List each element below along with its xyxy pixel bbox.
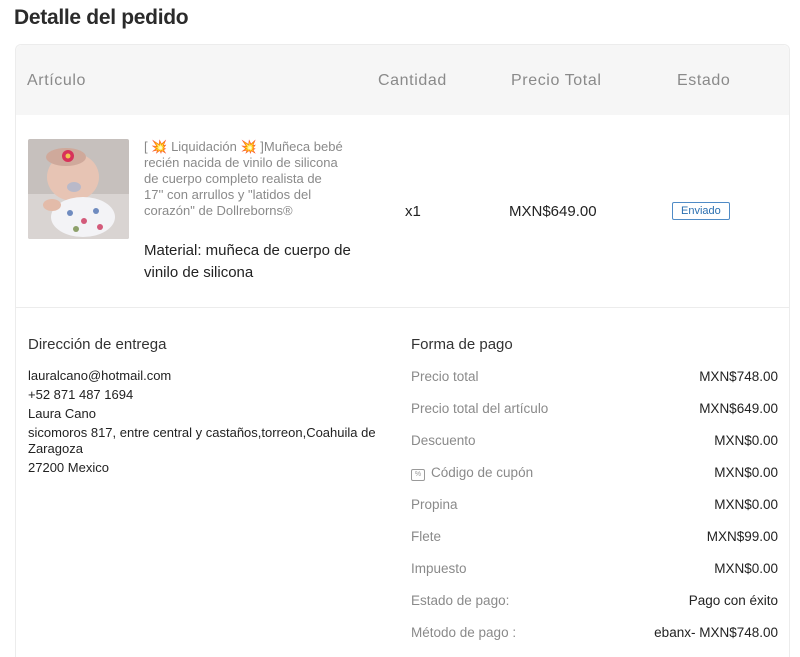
- payment-row: % Código de cupón MXN$0.00: [411, 465, 778, 483]
- payment-row-label: Propina: [411, 497, 458, 512]
- delivery-postal: 27200 Mexico: [28, 460, 109, 475]
- item-quantity: x1: [405, 203, 421, 220]
- payment-row: Descuento MXN$0.00: [411, 433, 778, 451]
- product-variant: Material: muñeca de cuerpo de vinilo de …: [144, 242, 351, 281]
- payment-row-label: Flete: [411, 529, 442, 544]
- spark-icon: 💥: [240, 139, 257, 154]
- payment-row-label: Precio total: [411, 369, 479, 384]
- payment-row: Impuesto MXN$0.00: [411, 561, 778, 579]
- product-image[interactable]: [28, 139, 129, 239]
- payment-row-value: MXN$0.00: [714, 497, 778, 512]
- payment-row-value: ebanx- MXN$748.00: [654, 625, 778, 640]
- payment-row-label: Descuento: [411, 433, 476, 448]
- order-item-row: [ 💥 Liquidación 💥 ]Muñeca bebé recién na…: [16, 115, 789, 308]
- payment-row-label: Estado de pago:: [411, 593, 510, 608]
- coupon-icon: %: [411, 469, 425, 481]
- payment-row-label: Precio total del artículo: [411, 401, 549, 416]
- payment-row-value: MXN$649.00: [699, 401, 778, 416]
- payment-row: Estado de pago: Pago con éxito: [411, 593, 778, 611]
- delivery-phone: +52 871 487 1694: [28, 387, 134, 402]
- payment-row-label: % Código de cupón: [411, 465, 533, 481]
- payment-row-value: MXN$0.00: [714, 433, 778, 448]
- payment-row-value: MXN$0.00: [714, 465, 778, 480]
- payment-row-label: Método de pago :: [411, 625, 517, 640]
- payment-row: Flete MXN$99.00: [411, 529, 778, 547]
- delivery-address-block: lauralcano@hotmail.com +52 871 487 1694 …: [28, 368, 398, 479]
- delivery-name: Laura Cano: [28, 406, 96, 421]
- payment-row-value: Pago con éxito: [688, 593, 778, 608]
- header-status: Estado: [677, 72, 731, 89]
- payment-row: Método de pago : ebanx- MXN$748.00: [411, 625, 778, 643]
- payment-row-label: Impuesto: [411, 561, 467, 576]
- product-name-prefix: [: [144, 139, 148, 154]
- header-quantity: Cantidad: [378, 72, 447, 89]
- order-card: Artículo Cantidad Precio Total Estado […: [15, 44, 790, 657]
- item-price: MXN$649.00: [509, 203, 597, 220]
- liquidation-label: Liquidación: [171, 139, 237, 154]
- product-name[interactable]: [ 💥 Liquidación 💥 ]Muñeca bebé recién na…: [144, 139, 344, 219]
- payment-row-value: MXN$99.00: [706, 529, 778, 544]
- table-header: Artículo Cantidad Precio Total Estado: [16, 45, 789, 115]
- header-total-price: Precio Total: [511, 72, 602, 89]
- doll-photo-icon: [28, 139, 129, 239]
- payment-row-value: MXN$0.00: [714, 561, 778, 576]
- delivery-address: sicomoros 817, entre central y castaños,…: [28, 425, 376, 456]
- payment-title: Forma de pago: [411, 336, 513, 353]
- payment-row: Precio total del artículo MXN$649.00: [411, 401, 778, 419]
- delivery-email: lauralcano@hotmail.com: [28, 368, 172, 383]
- status-badge: Enviado: [672, 202, 730, 220]
- page-title: Detalle del pedido: [14, 6, 189, 29]
- payment-row-value: MXN$748.00: [699, 369, 778, 384]
- header-article: Artículo: [27, 72, 87, 89]
- payment-row: Precio total MXN$748.00: [411, 369, 778, 387]
- coupon-label: Código de cupón: [431, 465, 534, 480]
- spark-icon: 💥: [151, 139, 168, 154]
- delivery-title: Dirección de entrega: [28, 336, 167, 353]
- payment-row: Propina MXN$0.00: [411, 497, 778, 515]
